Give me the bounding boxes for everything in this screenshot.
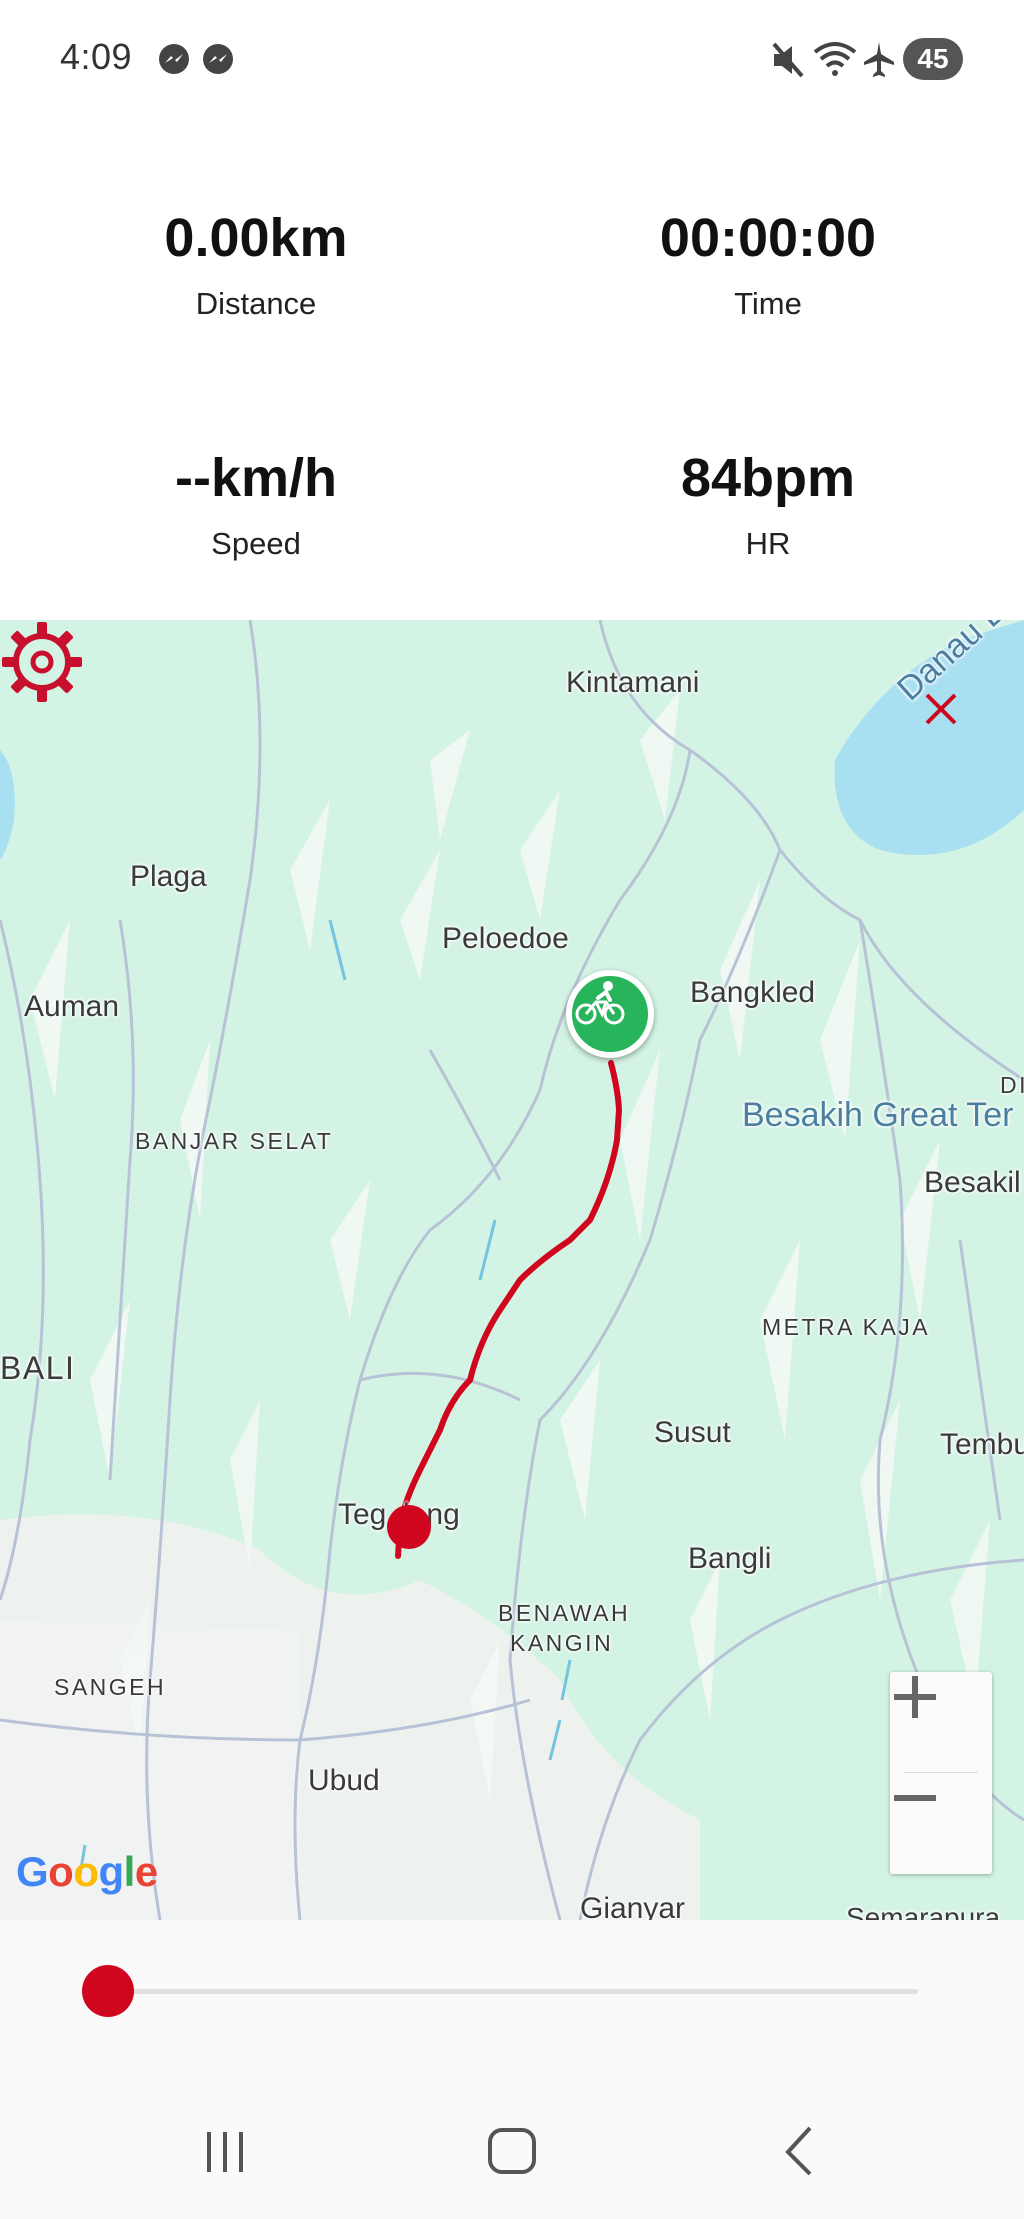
- distance-stat: 0.00km Distance: [0, 208, 512, 322]
- messenger-icon: [203, 44, 233, 74]
- start-point-marker[interactable]: [387, 1505, 431, 1549]
- battery-indicator: 45: [903, 38, 963, 80]
- map-label-tembu: Tembu: [940, 1428, 1024, 1461]
- map-label-benawah: BENAWAH: [498, 1600, 631, 1626]
- wifi-icon: [813, 42, 857, 76]
- map-label-auman: Auman: [24, 990, 120, 1023]
- gear-icon[interactable]: [0, 620, 84, 704]
- map-label-metra-kaja: METRA KAJA: [762, 1314, 931, 1340]
- map-label-banjar-selat: BANJAR SELAT: [135, 1128, 334, 1154]
- map-label-plaga: Plaga: [130, 860, 207, 893]
- status-bar: 4:09 45: [0, 0, 1024, 120]
- map-label-ubud: Ubud: [308, 1764, 380, 1797]
- map-canvas: [0, 620, 1024, 1920]
- hr-value: 84bpm: [680, 448, 856, 508]
- slider-thumb[interactable]: [82, 1965, 134, 2017]
- map-label-bali: BALI: [0, 1350, 76, 1386]
- plus-icon: [894, 1676, 936, 1718]
- airplane-icon: [864, 42, 894, 77]
- zoom-out-button[interactable]: [890, 1773, 992, 1873]
- hr-label: HR: [745, 526, 791, 561]
- zoom-controls: [890, 1672, 992, 1874]
- map-view[interactable]: Kintamani Danau Batur Plaga Peloedoe Aum…: [0, 620, 1024, 1920]
- system-nav-bar: [0, 2070, 1024, 2219]
- map-label-besakih: Besakil: [924, 1166, 1021, 1199]
- time-stat: 00:00:00 Time: [512, 208, 1024, 322]
- speed-label: Speed: [211, 526, 301, 561]
- distance-label: Distance: [195, 286, 317, 321]
- zoom-in-button[interactable]: [890, 1672, 992, 1772]
- bicycle-icon: [575, 981, 625, 1025]
- map-label-bangkled: Bangkled: [690, 976, 816, 1009]
- messenger-icon: [159, 44, 189, 74]
- time-value: 00:00:00: [659, 208, 877, 268]
- speed-value: --km/h: [175, 448, 337, 508]
- hr-stat: 84bpm HR: [512, 448, 1024, 562]
- map-label-besakih-great: Besakih Great Ter: [742, 1096, 1014, 1134]
- recents-icon[interactable]: [185, 2110, 265, 2190]
- time-label: Time: [734, 286, 802, 321]
- map-label-susut: Susut: [654, 1416, 731, 1449]
- battery-level: 45: [917, 43, 949, 74]
- speed-stat: --km/h Speed: [0, 448, 512, 562]
- map-label-bangli: Bangli: [688, 1542, 772, 1575]
- playback-slider: [0, 1920, 1024, 2070]
- current-position-marker[interactable]: [566, 970, 654, 1058]
- status-time: 4:09: [60, 36, 133, 77]
- map-label-sangeh: SANGEH: [54, 1674, 167, 1700]
- map-label-gianyar: Gianyar: [580, 1892, 686, 1920]
- mute-icon: [772, 42, 804, 78]
- slider-track[interactable]: [108, 1989, 918, 1994]
- distance-value: 0.00km: [164, 208, 348, 268]
- map-label-peloedoe: Peloedoe: [442, 922, 569, 955]
- google-logo: Google: [16, 1848, 158, 1895]
- map-label-semarapura: Semarapura: [846, 1902, 1001, 1920]
- map-label-di: DI: [1000, 1072, 1024, 1098]
- back-icon[interactable]: [758, 2110, 838, 2190]
- home-icon[interactable]: [472, 2110, 552, 2190]
- map-label-kintamani: Kintamani: [566, 666, 700, 699]
- map-label-kangin: KANGIN: [510, 1630, 614, 1656]
- minus-icon: [894, 1795, 936, 1801]
